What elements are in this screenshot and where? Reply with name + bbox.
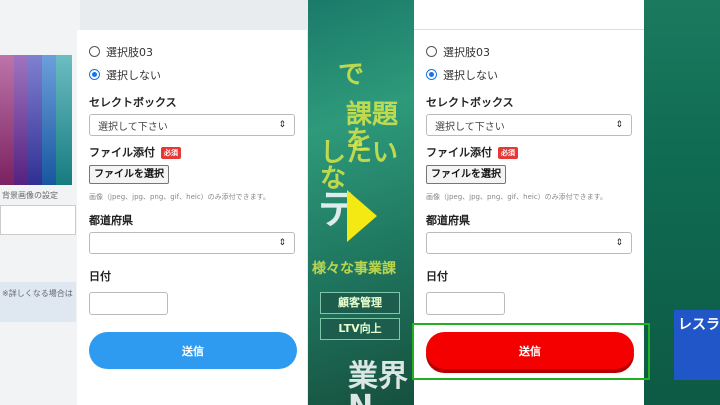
promo-right-box: レスラ	[674, 310, 720, 380]
background-right-banner: レスラ	[644, 0, 720, 405]
promo-chip: LTV向上	[320, 318, 400, 340]
promo-chip: 顧客管理	[320, 292, 400, 314]
background-left-screenshot: 背景画像の設定 ※詳しくなる場合は	[0, 0, 80, 405]
chevron-updown-icon: ⇕	[278, 238, 286, 248]
background-left-note: ※詳しくなる場合は	[0, 282, 76, 322]
background-left-box	[0, 205, 76, 235]
file-select-button[interactable]: ファイルを選択	[426, 165, 506, 184]
date-label: 日付	[426, 270, 448, 283]
select-box[interactable]: 選択して下さい ⇕	[89, 114, 295, 136]
promo-glyph: 様々な事業課	[312, 261, 396, 277]
select-box[interactable]: 選択して下さい ⇕	[426, 114, 632, 136]
radio-checked-icon	[89, 69, 100, 80]
chevron-updown-icon: ⇕	[615, 120, 623, 130]
arrow-right-icon	[347, 190, 377, 242]
date-input[interactable]	[426, 292, 505, 315]
radio-label: 選択肢03	[443, 45, 490, 59]
select-label: セレクトボックス	[89, 96, 177, 109]
radio-option-none[interactable]: 選択しない	[426, 63, 632, 86]
prefecture-label: 都道府県	[426, 214, 470, 227]
chevron-updown-icon: ⇕	[278, 120, 286, 130]
file-label: ファイル添付 必須	[426, 144, 632, 162]
select-value: 選択して下さい	[98, 121, 168, 133]
required-badge: 必須	[161, 147, 181, 159]
promo-logo: 業界N	[348, 359, 408, 405]
file-select-button[interactable]: ファイルを選択	[89, 165, 169, 184]
promo-glyph: で	[338, 60, 365, 90]
promo-glyph: したいな	[320, 138, 399, 194]
radio-label: 選択しない	[106, 68, 161, 82]
background-left-text: 背景画像の設定	[2, 191, 58, 200]
prefecture-label: 都道府県	[89, 214, 133, 227]
select-value: 選択して下さい	[435, 121, 505, 133]
radio-circle-icon	[426, 46, 437, 57]
submit-button[interactable]: 送信	[89, 332, 297, 369]
prefecture-select[interactable]: ⇕	[89, 232, 295, 254]
file-note: 画像（jpeg、jpg、png、gif、heic）のみ添付できます。	[426, 193, 607, 201]
radio-option-03[interactable]: 選択肢03	[89, 40, 295, 63]
highlight-box	[412, 323, 650, 380]
prefecture-select[interactable]: ⇕	[426, 232, 632, 254]
file-label: ファイル添付 必須	[89, 144, 295, 162]
form-panel-before: 選択肢03 選択しない セレクトボックス 選択して下さい ⇕ ファイル添付 必須…	[77, 30, 307, 405]
color-swatch-grid	[0, 55, 72, 185]
date-input[interactable]	[89, 292, 168, 315]
date-label: 日付	[89, 270, 111, 283]
radio-option-03[interactable]: 選択肢03	[426, 40, 632, 63]
file-label-text: ファイル添付	[89, 146, 155, 159]
radio-label: 選択肢03	[106, 45, 153, 59]
radio-circle-icon	[89, 46, 100, 57]
chevron-updown-icon: ⇕	[615, 238, 623, 248]
required-badge: 必須	[498, 147, 518, 159]
select-label: セレクトボックス	[426, 96, 514, 109]
file-note: 画像（jpeg、jpg、png、gif、heic）のみ添付できます。	[89, 193, 270, 201]
radio-checked-icon	[426, 69, 437, 80]
file-label-text: ファイル添付	[426, 146, 492, 159]
radio-option-none[interactable]: 選択しない	[89, 63, 295, 86]
radio-label: 選択しない	[443, 68, 498, 82]
